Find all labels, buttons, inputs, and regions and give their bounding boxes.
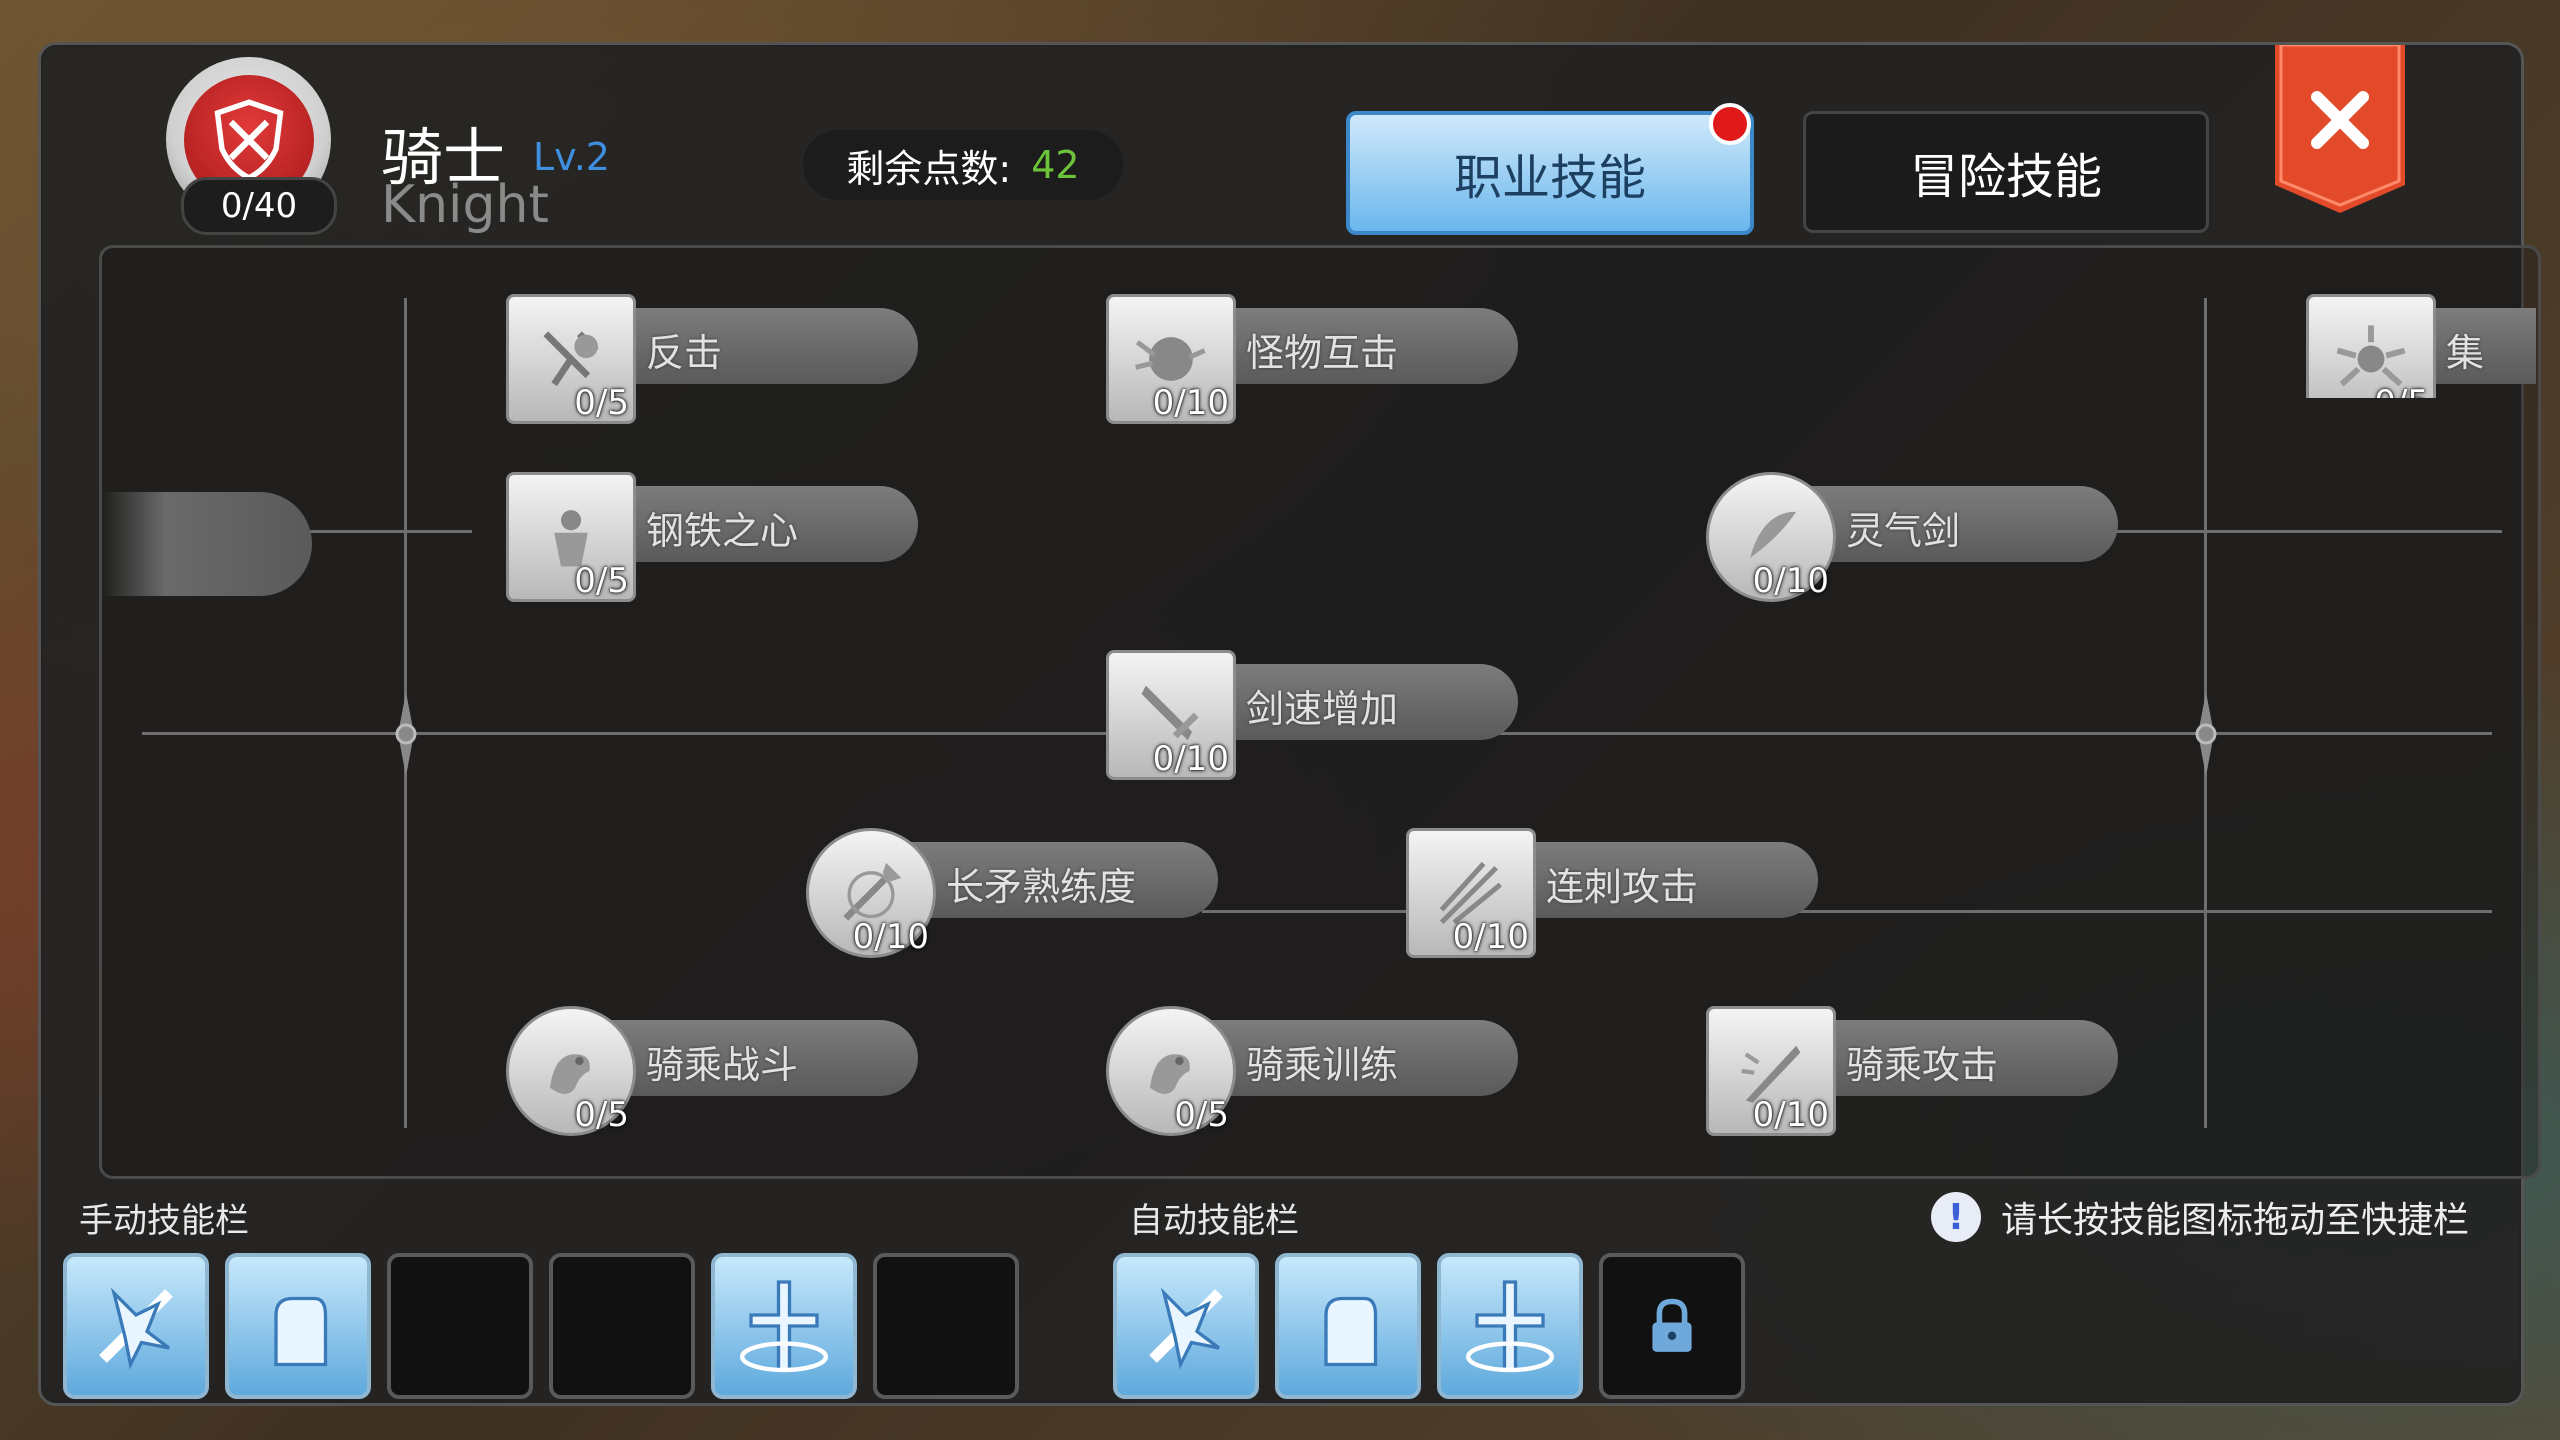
notification-dot bbox=[1709, 103, 1751, 145]
lock-icon bbox=[1652, 1298, 1692, 1352]
auto-slot-2[interactable] bbox=[1275, 1253, 1421, 1399]
manual-slot-1[interactable] bbox=[63, 1253, 209, 1399]
manual-slot-4[interactable] bbox=[549, 1253, 695, 1399]
skill-gather[interactable]: 0/5 集 bbox=[2306, 294, 2536, 398]
knight-shield-icon bbox=[214, 98, 283, 181]
fist-icon bbox=[1324, 1296, 1378, 1367]
fist-icon bbox=[274, 1296, 328, 1367]
tab-job-skills[interactable]: 职业技能 bbox=[1346, 111, 1754, 235]
skill-tree: 0/5 反击 0/10 怪物互击 0/5 集 0/5 钢铁之心 0/10 灵气剑… bbox=[99, 245, 2541, 1179]
job-level: Lv.2 bbox=[533, 135, 610, 179]
divider-ornament-icon bbox=[2195, 692, 2217, 776]
bash-icon bbox=[99, 1287, 173, 1370]
tab-adventure-skills[interactable]: 冒险技能 bbox=[1803, 111, 2209, 233]
offscreen-skill-stub[interactable] bbox=[102, 492, 312, 596]
manual-slot-5[interactable] bbox=[711, 1253, 857, 1399]
skill-panel: 0/40 骑士 Lv.2 Knight 剩余点数: 42 职业技能 冒险技能 0… bbox=[38, 42, 2541, 1406]
remaining-points: 剩余点数: 42 bbox=[803, 130, 1123, 200]
manual-slot-2[interactable] bbox=[225, 1253, 371, 1399]
points-value: 42 bbox=[1031, 143, 1080, 187]
auto-slot-3[interactable] bbox=[1437, 1253, 1583, 1399]
manual-bar-label: 手动技能栏 bbox=[79, 1201, 249, 1241]
tree-line bbox=[2102, 530, 2502, 533]
holy-cross-icon bbox=[740, 1280, 828, 1373]
info-icon: ! bbox=[1931, 1192, 1981, 1242]
bash-icon bbox=[1149, 1287, 1223, 1370]
hint-text: 请长按技能图标拖动至快捷栏 bbox=[2001, 1200, 2470, 1241]
close-button[interactable] bbox=[2275, 45, 2405, 213]
auto-slot-1[interactable] bbox=[1113, 1253, 1259, 1399]
auto-slot-4-locked[interactable] bbox=[1599, 1253, 1745, 1399]
job-name-english: Knight bbox=[381, 175, 549, 235]
divider-ornament-icon bbox=[395, 692, 417, 776]
tree-line bbox=[1202, 910, 2492, 913]
manual-slot-3[interactable] bbox=[387, 1253, 533, 1399]
manual-slot-6[interactable] bbox=[873, 1253, 1019, 1399]
auto-bar-label: 自动技能栏 bbox=[1129, 1201, 1299, 1241]
drag-hint: ! 请长按技能图标拖动至快捷栏 bbox=[1931, 1191, 2469, 1243]
emblem-skill-count: 0/40 bbox=[181, 177, 337, 235]
points-label: 剩余点数: bbox=[846, 146, 1012, 191]
holy-cross-icon bbox=[1466, 1280, 1554, 1373]
